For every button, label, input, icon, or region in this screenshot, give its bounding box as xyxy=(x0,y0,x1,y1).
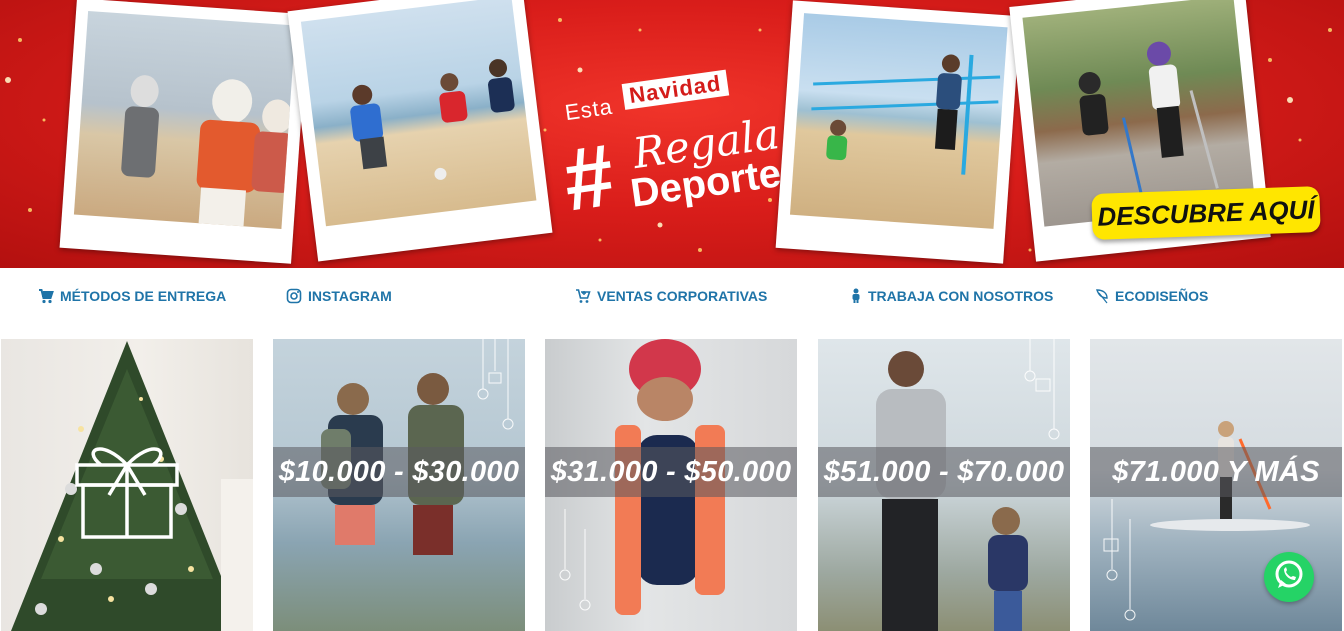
gift-tile[interactable] xyxy=(1,339,253,631)
nav-link-label: VENTAS CORPORATIVAS xyxy=(597,288,768,304)
nav-link-label: MÉTODOS DE ENTREGA xyxy=(60,288,227,304)
cart-icon xyxy=(38,288,54,304)
discover-button[interactable]: DESCUBRE AQUÍ xyxy=(1091,186,1321,240)
price-range-label: $51.000 - $70.000 xyxy=(818,447,1070,497)
nav-link-label: INSTAGRAM xyxy=(308,288,392,304)
slogan-esta: Esta xyxy=(563,93,615,126)
price-tile-10000-30000[interactable]: $10.000 - $30.000 xyxy=(273,339,525,631)
hero-banner[interactable]: Esta Navidad # Regala Deporte DESCUBRE A… xyxy=(0,0,1344,268)
price-tile-51000-70000[interactable]: $51.000 - $70.000 xyxy=(818,339,1070,631)
price-range-label: $71.000 Y MÁS xyxy=(1090,447,1342,497)
info-links-bar: MÉTODOS DE ENTREGA INSTAGRAM VENTAS CORP… xyxy=(0,268,1344,338)
gift-icon xyxy=(73,437,181,546)
polaroid-photo-beach-football xyxy=(287,0,553,262)
nav-link-instagram[interactable]: INSTAGRAM xyxy=(286,288,392,304)
price-tile-31000-50000[interactable]: $31.000 - $50.000 xyxy=(545,339,797,631)
cart-plus-icon xyxy=(575,288,591,304)
nav-link-work-with-us[interactable]: TRABAJA CON NOSOTROS xyxy=(850,288,1053,304)
price-range-tiles: $10.000 - $30.000 $31.000 - $50.000 $51.… xyxy=(0,339,1344,631)
photo-image xyxy=(300,0,537,227)
person-icon xyxy=(850,288,862,304)
nav-link-label: TRABAJA CON NOSOTROS xyxy=(868,288,1054,304)
nav-link-ecodesigns[interactable]: ECODISEÑOS xyxy=(1095,288,1208,304)
price-range-label: $10.000 - $30.000 xyxy=(273,447,525,497)
photo-image xyxy=(789,13,1008,229)
nav-link-corporate-sales[interactable]: VENTAS CORPORATIVAS xyxy=(575,288,767,304)
photo-image xyxy=(73,11,296,230)
polaroid-photo-beach-volleyball xyxy=(775,0,1021,264)
nav-link-label: ECODISEÑOS xyxy=(1115,288,1209,304)
slogan-hash: # xyxy=(557,124,620,230)
instagram-icon xyxy=(286,288,302,304)
nav-link-delivery-methods[interactable]: MÉTODOS DE ENTREGA xyxy=(38,288,226,304)
whatsapp-button[interactable] xyxy=(1264,552,1314,602)
leaf-icon xyxy=(1095,288,1109,304)
whatsapp-icon xyxy=(1272,558,1306,597)
slogan: Esta Navidad # Regala Deporte xyxy=(549,42,791,241)
polaroid-photo-skating-kids xyxy=(59,0,309,264)
slogan-navidad: Navidad xyxy=(621,69,729,110)
price-range-label: $31.000 - $50.000 xyxy=(545,447,797,497)
